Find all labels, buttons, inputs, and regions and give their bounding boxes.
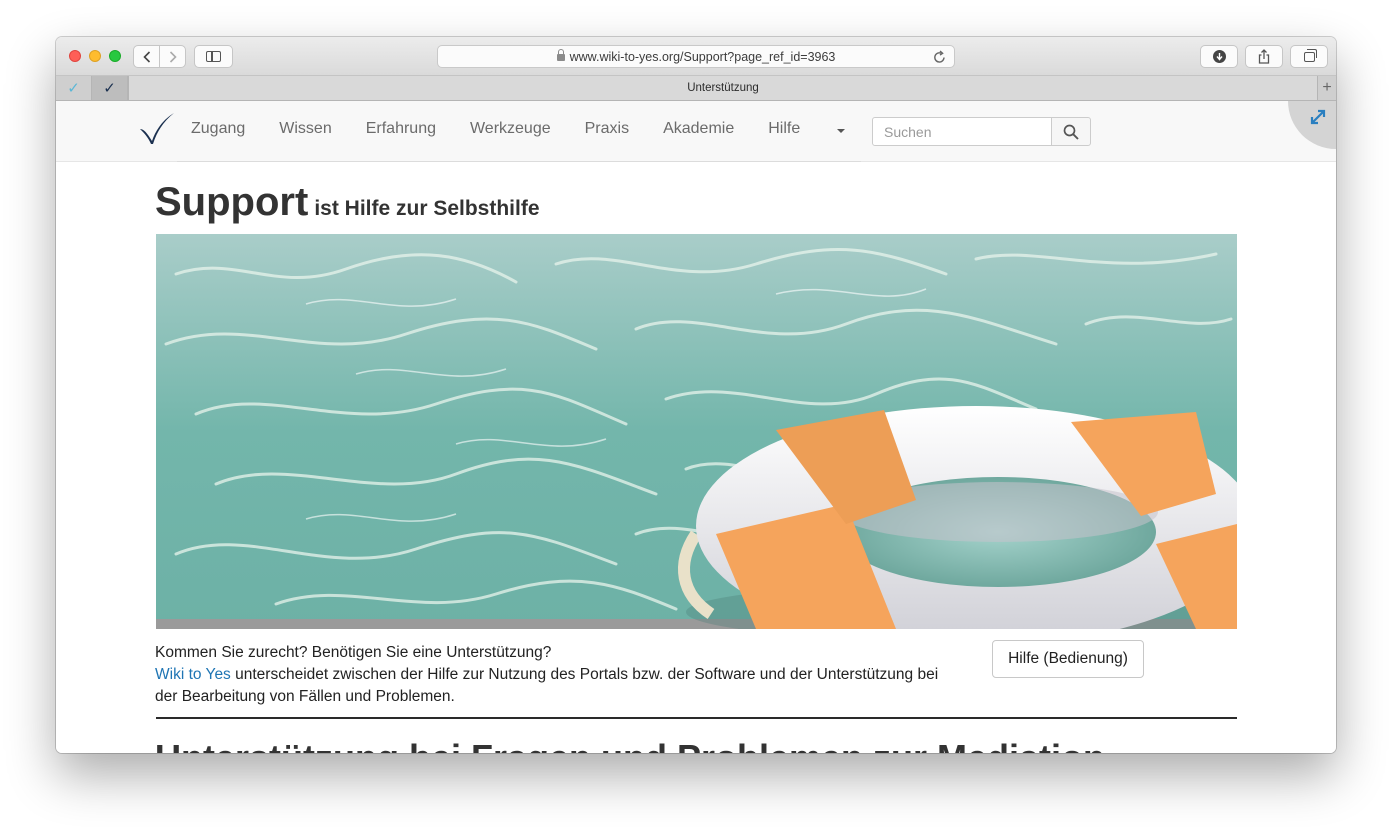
browser-window: www.wiki-to-yes.org/Support?page_ref_id=…	[56, 37, 1336, 753]
forward-icon	[169, 50, 177, 63]
checkmark-logo[interactable]	[138, 111, 176, 145]
section-heading-partial: Unterstützung bei Fragen und Problemen z…	[155, 737, 1105, 753]
share-icon	[1258, 49, 1270, 64]
history-nav-group	[133, 45, 186, 68]
pinned-tab-1[interactable]: ✓	[56, 76, 92, 100]
back-icon	[143, 50, 150, 63]
url-text: www.wiki-to-yes.org/Support?page_ref_id=…	[569, 49, 836, 64]
menu-item-praxis[interactable]: Praxis	[585, 120, 629, 138]
plus-icon: +	[1322, 79, 1332, 96]
main-menu: Zugang Wissen Erfahrung Werkzeuge Praxis…	[191, 120, 834, 138]
expand-icon[interactable]	[1308, 107, 1328, 127]
menu-item-akademie[interactable]: Akademie	[663, 120, 734, 138]
back-button[interactable]	[134, 46, 159, 67]
download-icon	[1212, 50, 1226, 63]
wiki-to-yes-link[interactable]: Wiki to Yes	[155, 666, 231, 683]
search-icon	[1063, 124, 1079, 140]
sidebar-toggle-button[interactable]	[194, 45, 233, 68]
search-input[interactable]	[872, 117, 1052, 146]
sidebar-icon	[206, 51, 221, 62]
intro-description: unterscheidet zwischen der Hilfe zur Nut…	[155, 666, 939, 705]
menu-item-wissen[interactable]: Wissen	[279, 120, 331, 138]
tab-title: Unterstützung	[687, 82, 759, 94]
forward-button[interactable]	[159, 46, 185, 67]
close-window-button[interactable]	[69, 50, 81, 62]
section-divider	[156, 717, 1237, 719]
tab-unterstuetzung[interactable]: Unterstützung	[128, 76, 1318, 100]
share-button[interactable]	[1245, 45, 1283, 68]
intro-paragraph: Wiki to Yes unterscheidet zwischen der H…	[155, 664, 955, 708]
search-button[interactable]	[1051, 117, 1091, 146]
page-viewport: Zugang Wissen Erfahrung Werkzeuge Praxis…	[56, 101, 1336, 753]
zoom-window-button[interactable]	[109, 50, 121, 62]
checkmark-tab-icon: ✓	[103, 80, 116, 97]
chevron-down-icon[interactable]	[837, 129, 845, 133]
help-usage-button[interactable]: Hilfe (Bedienung)	[992, 640, 1144, 678]
new-tab-button[interactable]: +	[1318, 76, 1336, 100]
minimize-window-button[interactable]	[89, 50, 101, 62]
menu-item-werkzeuge[interactable]: Werkzeuge	[470, 120, 551, 138]
hero-image-lifebuoy	[156, 234, 1237, 629]
browser-toolbar: www.wiki-to-yes.org/Support?page_ref_id=…	[56, 37, 1336, 76]
help-usage-label: Hilfe (Bedienung)	[1008, 650, 1128, 667]
page-title-main: Support	[155, 180, 309, 224]
downloads-button[interactable]	[1200, 45, 1238, 68]
tab-bar: ✓ ✓ Unterstützung +	[56, 76, 1336, 101]
reload-icon[interactable]	[933, 50, 946, 64]
menu-item-hilfe[interactable]: Hilfe	[768, 120, 800, 138]
checkmark-tab-icon: ✓	[67, 80, 80, 97]
pinned-tab-2[interactable]: ✓	[92, 76, 128, 100]
menu-item-zugang[interactable]: Zugang	[191, 120, 245, 138]
intro-text: Kommen Sie zurecht? Benötigen Sie eine U…	[155, 642, 955, 708]
address-bar[interactable]: www.wiki-to-yes.org/Support?page_ref_id=…	[437, 45, 955, 68]
lock-icon	[556, 49, 565, 61]
show-tabs-button[interactable]	[1290, 45, 1328, 68]
menu-item-erfahrung[interactable]: Erfahrung	[366, 120, 436, 138]
page-title-sub: ist Hilfe zur Selbsthilfe	[314, 197, 540, 220]
site-navbar: Zugang Wissen Erfahrung Werkzeuge Praxis…	[56, 101, 1336, 162]
intro-question: Kommen Sie zurecht? Benötigen Sie eine U…	[155, 644, 552, 661]
tabs-icon	[1303, 48, 1317, 62]
page-title: Support ist Hilfe zur Selbsthilfe	[155, 180, 540, 225]
nav-divider	[177, 161, 861, 162]
